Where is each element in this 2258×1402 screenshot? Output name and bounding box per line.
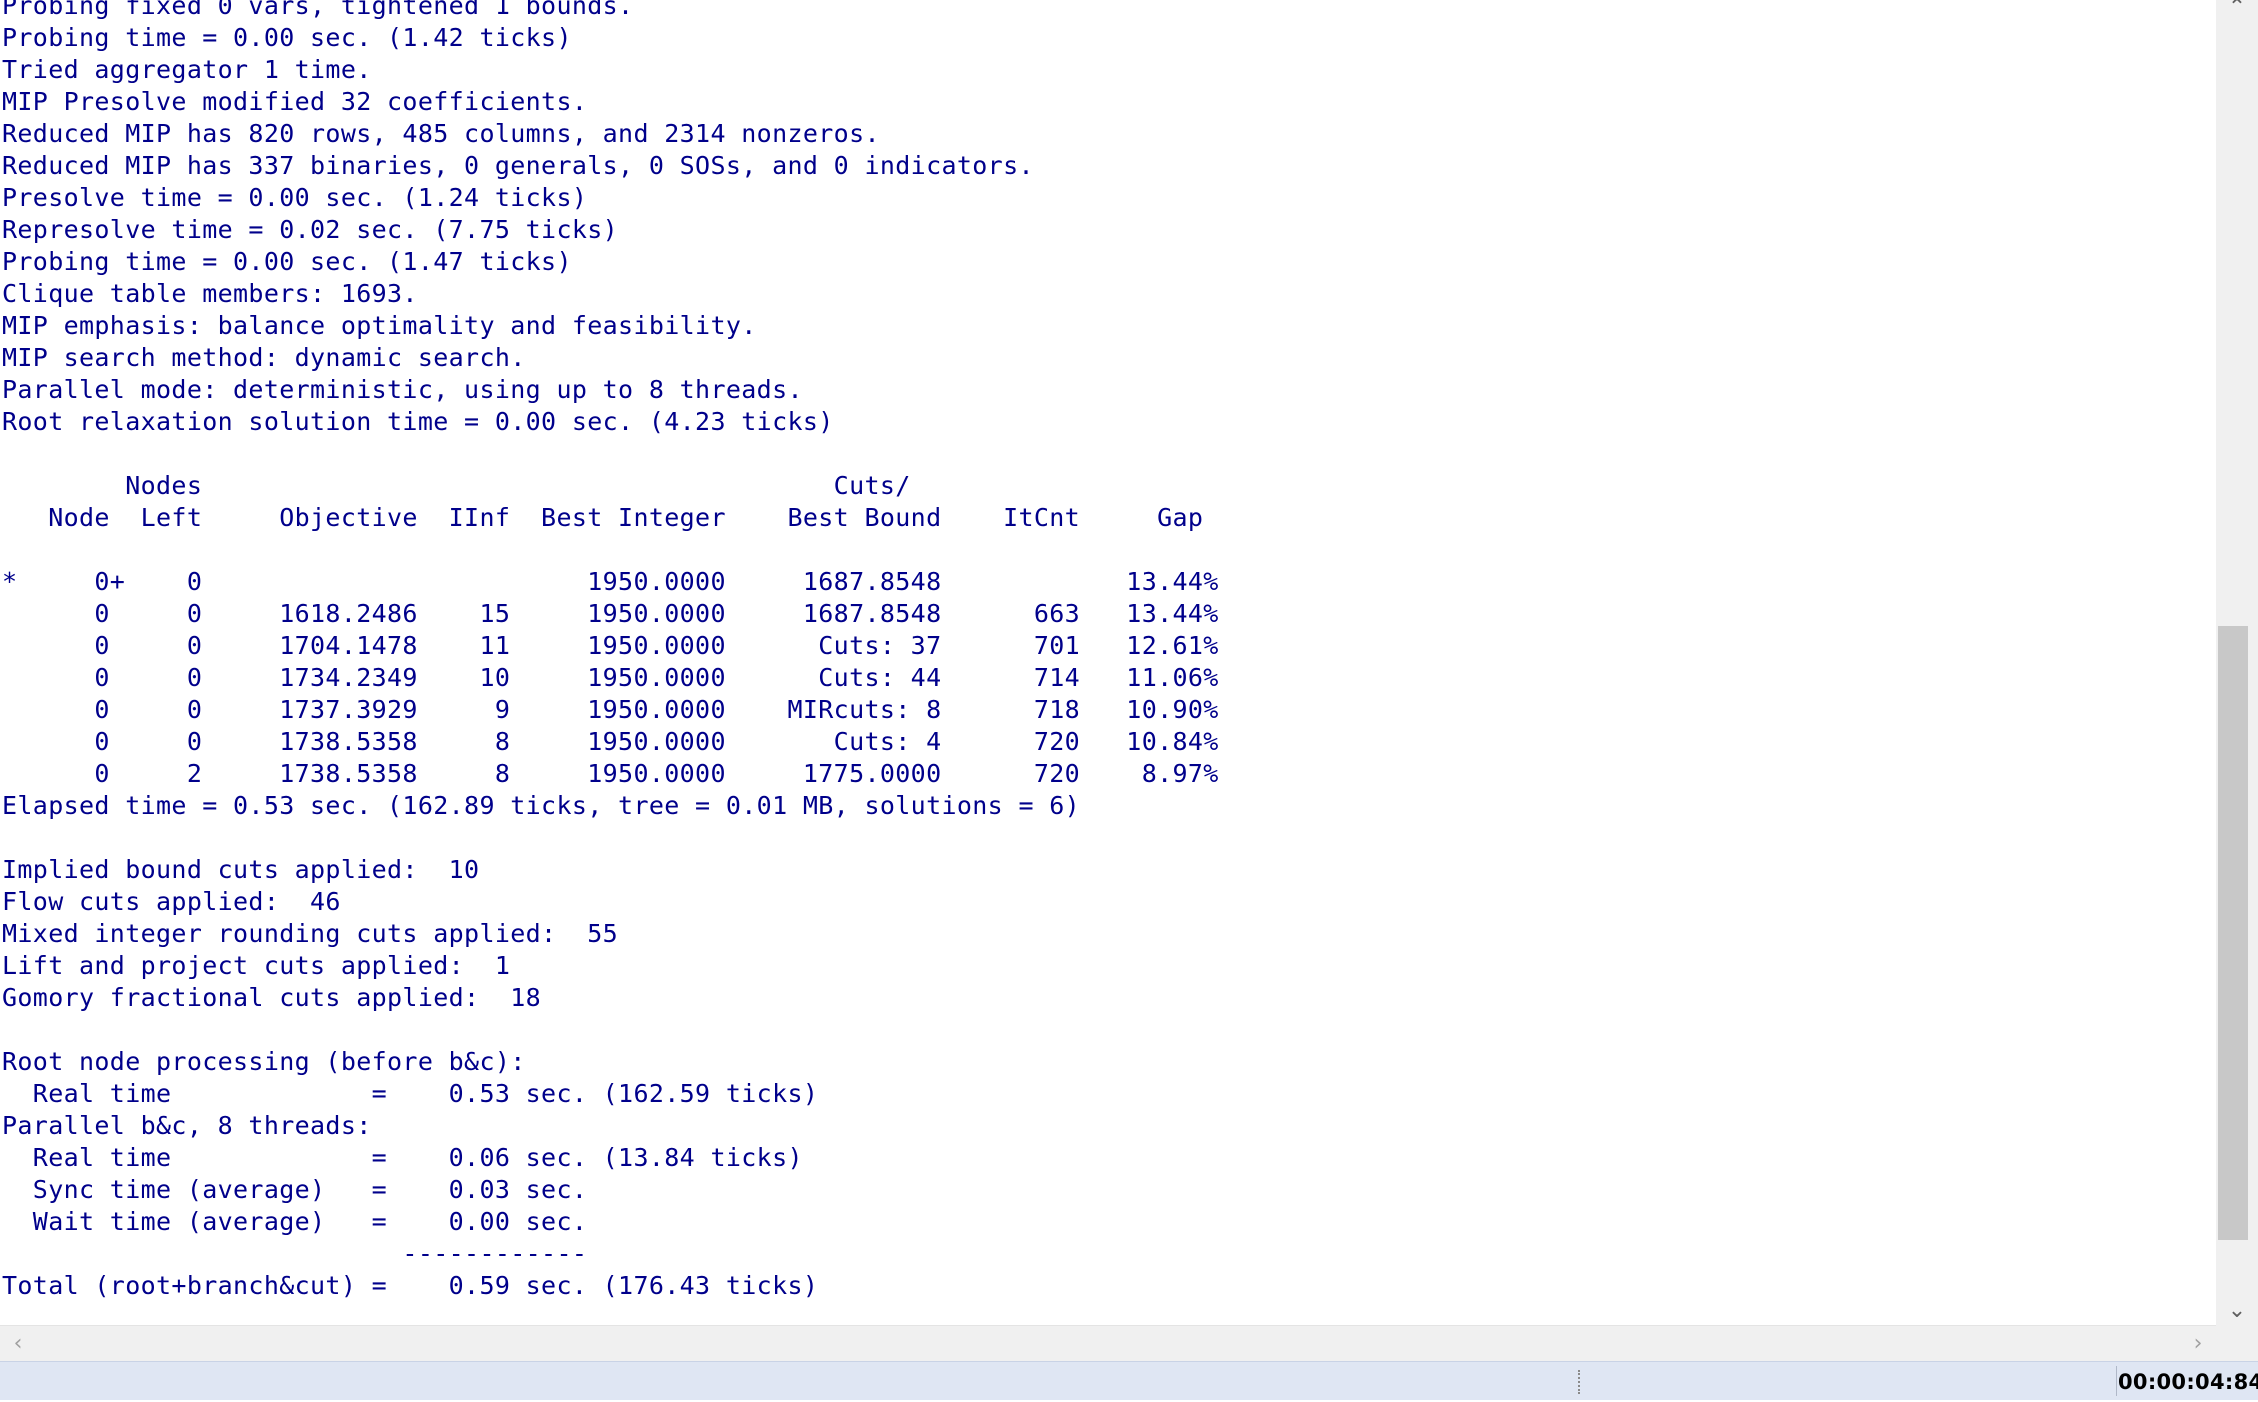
table-row: 0 0 1618.2486 15 1950.0000 1687.8548 663… <box>2 599 1219 628</box>
console-line: Wait time (average) = 0.00 sec. <box>2 1207 588 1236</box>
table-header-line: Node Left Objective IInf Best Integer Be… <box>2 503 1204 532</box>
scroll-up-icon[interactable]: ⌃ <box>2216 0 2258 24</box>
status-bar: 00:00:04:84 <box>0 1361 2258 1400</box>
console-line: Presolve time = 0.00 sec. (1.24 ticks) <box>2 183 588 212</box>
console-line: Probing time = 0.00 sec. (1.47 ticks) <box>2 247 572 276</box>
scroll-left-icon[interactable]: ‹ <box>0 1326 36 1362</box>
scrollbar-corner <box>2216 1325 2258 1361</box>
console-line: Sync time (average) = 0.03 sec. <box>2 1175 588 1204</box>
table-row: 0 0 1704.1478 11 1950.0000 Cuts: 37 701 … <box>2 631 1219 660</box>
console-line: Represolve time = 0.02 sec. (7.75 ticks) <box>2 215 619 244</box>
console-line: MIP emphasis: balance optimality and fea… <box>2 311 757 340</box>
table-row: 0 0 1734.2349 10 1950.0000 Cuts: 44 714 … <box>2 663 1219 692</box>
elapsed-time: 00:00:04:84 <box>2118 1370 2258 1394</box>
vertical-scrollbar[interactable]: ⌃ ⌄ <box>2216 0 2258 1325</box>
scroll-down-icon[interactable]: ⌄ <box>2216 1295 2258 1327</box>
horizontal-scrollbar[interactable]: ‹ › <box>0 1325 2216 1362</box>
console-line: Total (root+branch&cut) = 0.59 sec. (176… <box>2 1271 819 1300</box>
table-row: 0 0 1737.3929 9 1950.0000 MIRcuts: 8 718… <box>2 695 1219 724</box>
console-line: Parallel b&c, 8 threads: <box>2 1111 372 1140</box>
console-line: Lift and project cuts applied: 1 <box>2 951 511 980</box>
console-line: Real time = 0.53 sec. (162.59 ticks) <box>2 1079 819 1108</box>
vertical-scroll-thumb[interactable] <box>2218 626 2248 1240</box>
console-line: Gomory fractional cuts applied: 18 <box>2 983 542 1012</box>
scroll-right-icon[interactable]: › <box>2180 1326 2216 1362</box>
console-line: Elapsed time = 0.53 sec. (162.89 ticks, … <box>2 791 1081 820</box>
console-line: ------------ <box>2 1239 588 1268</box>
console-line: Probing fixed 0 vars, tightened 1 bounds… <box>2 0 634 20</box>
console-line: MIP Presolve modified 32 coefficients. <box>2 87 588 116</box>
console-line: Parallel mode: deterministic, using up t… <box>2 375 803 404</box>
console-line: Mixed integer rounding cuts applied: 55 <box>2 919 619 948</box>
table-row: 0 2 1738.5358 8 1950.0000 1775.0000 720 … <box>2 759 1219 788</box>
console-line: Tried aggregator 1 time. <box>2 55 372 84</box>
console-line: Probing time = 0.00 sec. (1.42 ticks) <box>2 23 572 52</box>
console-line: Root relaxation solution time = 0.00 sec… <box>2 407 834 436</box>
table-header-line: Nodes Cuts/ <box>2 471 911 500</box>
console-line: MIP search method: dynamic search. <box>2 343 526 372</box>
console-line: Reduced MIP has 337 binaries, 0 generals… <box>2 151 1034 180</box>
console-line: Flow cuts applied: 46 <box>2 887 341 916</box>
table-row: * 0+ 0 1950.0000 1687.8548 13.44% <box>2 567 1219 596</box>
console-line: Implied bound cuts applied: 10 <box>2 855 480 884</box>
console-line: Clique table members: 1693. <box>2 279 418 308</box>
console-line: Reduced MIP has 820 rows, 485 columns, a… <box>2 119 880 148</box>
console-output[interactable]: Probing fixed 0 vars, tightened 1 bounds… <box>0 0 2216 1325</box>
console-lines: Probing fixed 0 vars, tightened 1 bounds… <box>2 0 1219 1302</box>
table-row: 0 0 1738.5358 8 1950.0000 Cuts: 4 720 10… <box>2 727 1219 756</box>
console-line: Root node processing (before b&c): <box>2 1047 526 1076</box>
status-bar-divider <box>1578 1370 1580 1394</box>
console-line: Real time = 0.06 sec. (13.84 ticks) <box>2 1143 803 1172</box>
